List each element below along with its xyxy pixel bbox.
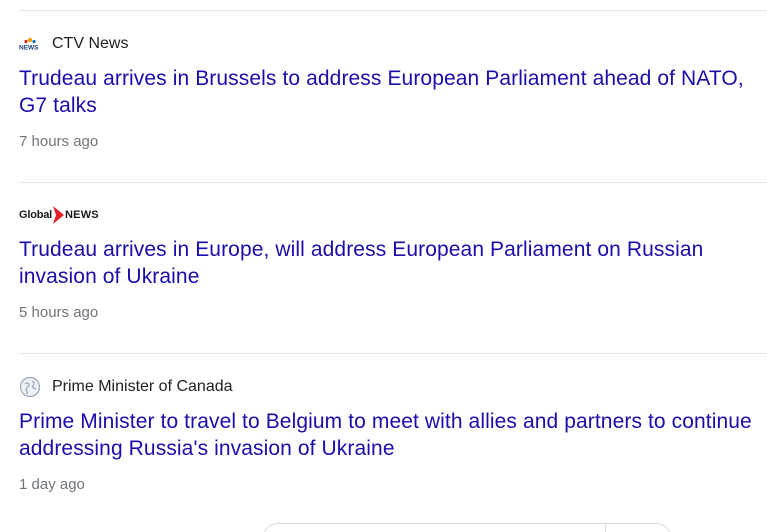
ctv-news-logo: NEWS xyxy=(19,37,41,52)
source-row: Prime Minister of Canada xyxy=(19,376,767,398)
more-news-button[interactable] xyxy=(262,523,672,532)
news-feed: NEWS CTV News Trudeau arrives in Brussel… xyxy=(0,0,767,532)
source-name: CTV News xyxy=(52,35,129,52)
logo-text: NEWS xyxy=(65,209,99,221)
news-card[interactable]: Prime Minister of Canada Prime Minister … xyxy=(19,376,767,493)
pill-divider xyxy=(605,523,606,532)
news-card[interactable]: Global NEWS Trudeau arrives in Europe, w… xyxy=(19,205,767,321)
divider xyxy=(19,353,767,354)
article-headline[interactable]: Prime Minister to travel to Belgium to m… xyxy=(19,408,767,462)
article-timestamp: 5 hours ago xyxy=(19,304,99,321)
source-row: NEWS CTV News xyxy=(19,34,767,54)
source-name: Prime Minister of Canada xyxy=(52,378,233,395)
divider xyxy=(19,182,767,183)
article-headline[interactable]: Trudeau arrives in Brussels to address E… xyxy=(19,65,767,119)
global-news-arrow-icon xyxy=(53,206,65,224)
news-card[interactable]: NEWS CTV News Trudeau arrives in Brussel… xyxy=(19,34,767,150)
divider xyxy=(19,10,767,11)
article-timestamp: 7 hours ago xyxy=(19,133,99,150)
logo-text: Global xyxy=(19,209,53,221)
article-headline[interactable]: Trudeau arrives in Europe, will address … xyxy=(19,236,767,290)
article-timestamp: 1 day ago xyxy=(19,476,85,493)
source-row: Global NEWS xyxy=(19,205,767,225)
globe-icon xyxy=(19,376,41,398)
global-news-logo: Global NEWS xyxy=(19,205,99,225)
svg-text:NEWS: NEWS xyxy=(19,45,39,52)
